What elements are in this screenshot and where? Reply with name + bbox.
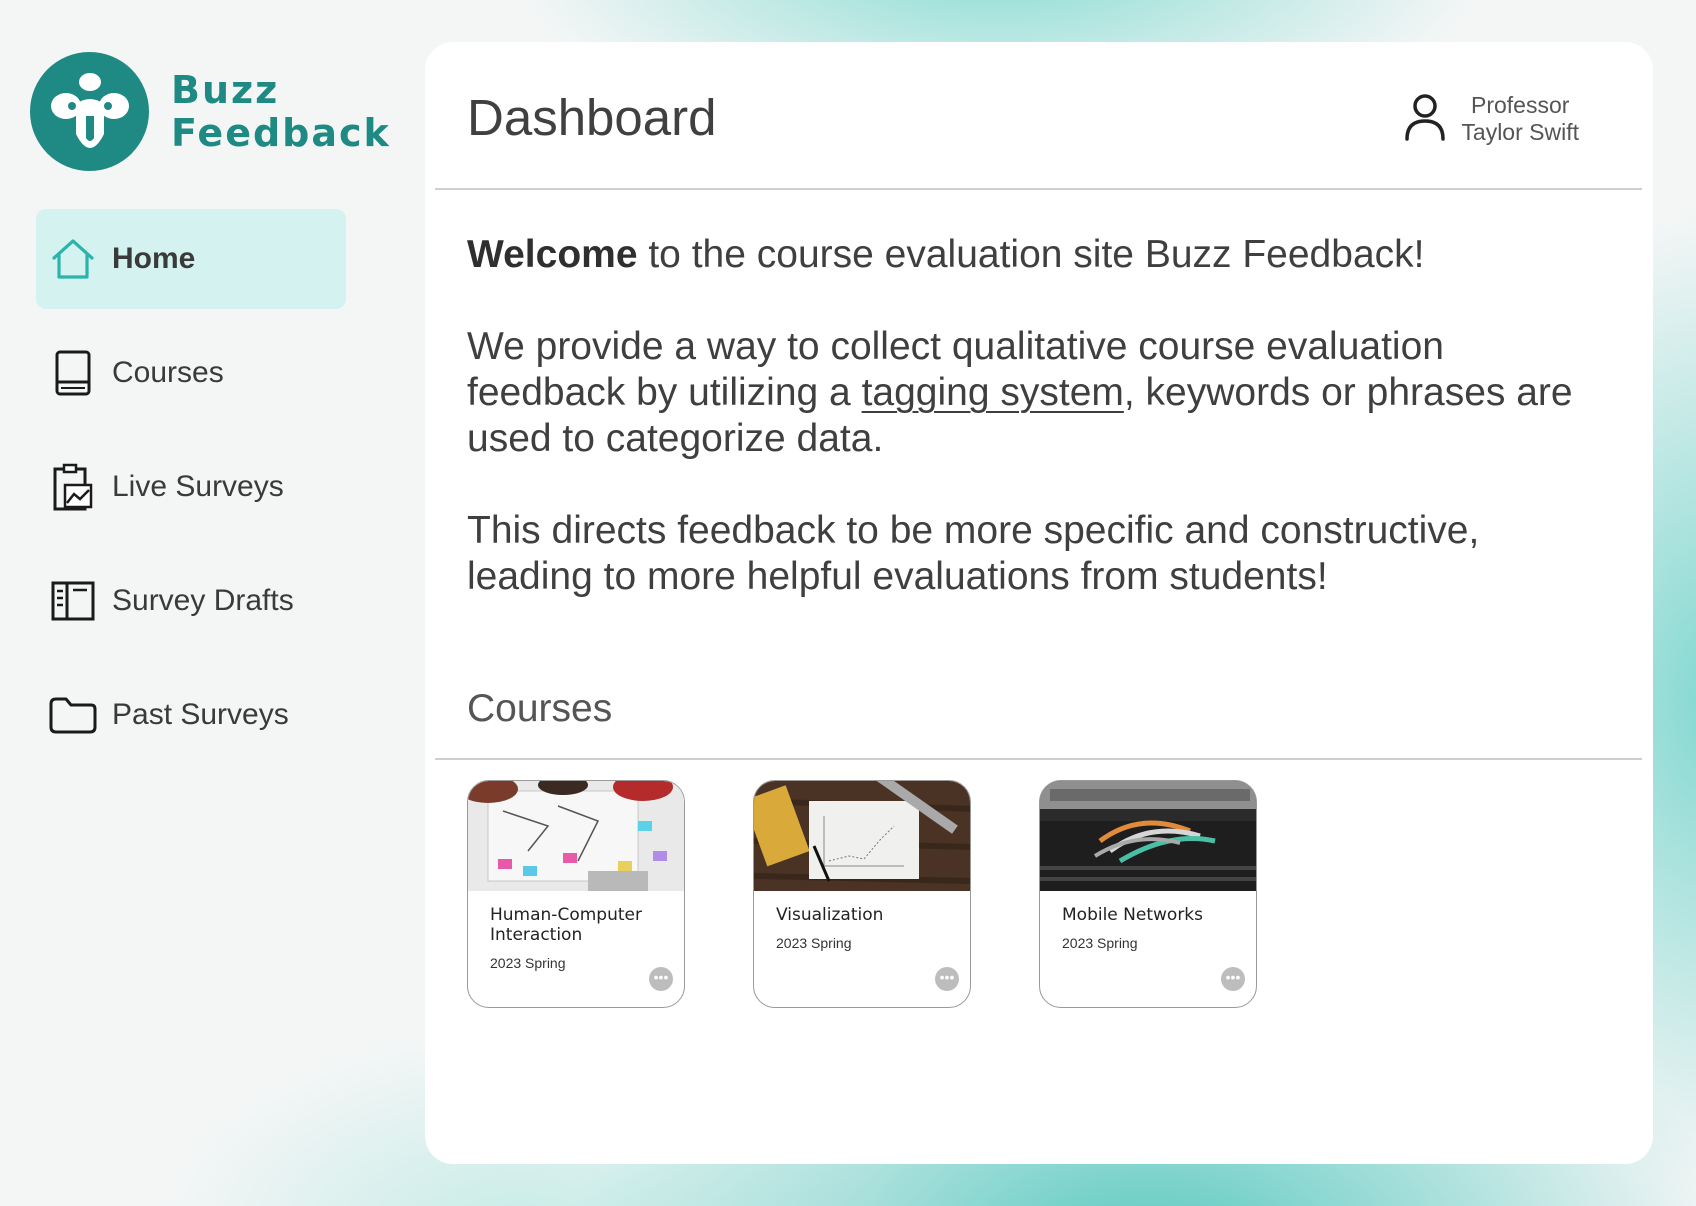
user-name: Taylor Swift <box>1461 119 1579 145</box>
sidebar-item-label: Courses <box>112 356 224 389</box>
more-options-icon[interactable]: ••• <box>649 967 673 991</box>
courses-section-title: Courses <box>467 687 613 730</box>
course-card[interactable]: Human-Computer Interaction 2023 Spring •… <box>467 780 685 1008</box>
book-icon <box>48 348 98 398</box>
welcome-rest: to the course evaluation site Buzz Feedb… <box>637 233 1425 276</box>
tagging-system-link[interactable]: tagging system <box>862 371 1124 414</box>
sidebar-item-label: Past Surveys <box>112 698 289 731</box>
more-options-icon[interactable]: ••• <box>935 967 959 991</box>
app-logo[interactable]: Buzz Feedback <box>30 52 391 171</box>
welcome-line: Welcome to the course evaluation site Bu… <box>467 232 1587 278</box>
more-options-icon[interactable]: ••• <box>1221 967 1245 991</box>
course-title: Visualization <box>776 905 884 925</box>
course-card-body: Visualization 2023 Spring <box>754 891 970 965</box>
home-icon <box>48 234 98 284</box>
course-term: 2023 Spring <box>490 955 566 971</box>
header-divider <box>435 188 1642 190</box>
sidebar-item-courses[interactable]: Courses <box>36 323 346 423</box>
app-name-line2: Feedback <box>171 110 391 155</box>
course-thumbnail-visualization <box>754 781 970 891</box>
sidebar-item-home[interactable]: Home <box>36 209 346 309</box>
course-card-body: Mobile Networks 2023 Spring <box>1040 891 1256 965</box>
sidebar-item-label: Survey Drafts <box>112 584 294 617</box>
course-term: 2023 Spring <box>776 935 852 951</box>
user-icon <box>1403 93 1447 146</box>
app-name-line1: Buzz <box>171 67 280 112</box>
sidebar-item-label: Home <box>112 242 196 275</box>
folder-icon <box>48 690 98 740</box>
course-thumbnail-networks <box>1040 781 1256 891</box>
course-card[interactable]: Visualization 2023 Spring ••• <box>753 780 971 1008</box>
bee-logo-icon <box>30 52 149 171</box>
sidebar-nav: Home Courses Live Surveys Survey Drafts … <box>36 209 346 779</box>
user-role: Professor <box>1470 92 1570 118</box>
welcome-paragraph-3: This directs feedback to be more specifi… <box>467 509 1480 598</box>
welcome-text: Welcome to the course evaluation site Bu… <box>467 232 1587 646</box>
welcome-bold: Welcome <box>467 233 638 276</box>
main-panel: Dashboard Professor Taylor Swift Welcome… <box>425 42 1653 1164</box>
welcome-paragraph-2: We provide a way to collect qualitative … <box>467 324 1587 462</box>
sidebar-item-live-surveys[interactable]: Live Surveys <box>36 437 346 537</box>
sidebar-item-past-surveys[interactable]: Past Surveys <box>36 665 346 765</box>
page-title: Dashboard <box>467 89 717 146</box>
courses-divider <box>435 758 1642 760</box>
sidebar-item-label: Live Surveys <box>112 470 284 503</box>
course-term: 2023 Spring <box>1062 935 1138 951</box>
course-cards: Human-Computer Interaction 2023 Spring •… <box>467 780 1257 1008</box>
app-name: Buzz Feedback <box>171 67 391 155</box>
user-info: Professor Taylor Swift <box>1461 92 1579 146</box>
course-thumbnail-hci <box>468 781 684 891</box>
course-title: Mobile Networks <box>1062 905 1204 925</box>
course-card[interactable]: Mobile Networks 2023 Spring ••• <box>1039 780 1257 1008</box>
clipboard-chart-icon <box>48 462 98 512</box>
draft-icon <box>48 576 98 626</box>
sidebar-item-survey-drafts[interactable]: Survey Drafts <box>36 551 346 651</box>
course-title: Human-Computer Interaction <box>490 905 642 945</box>
user-profile[interactable]: Professor Taylor Swift <box>1403 92 1579 146</box>
